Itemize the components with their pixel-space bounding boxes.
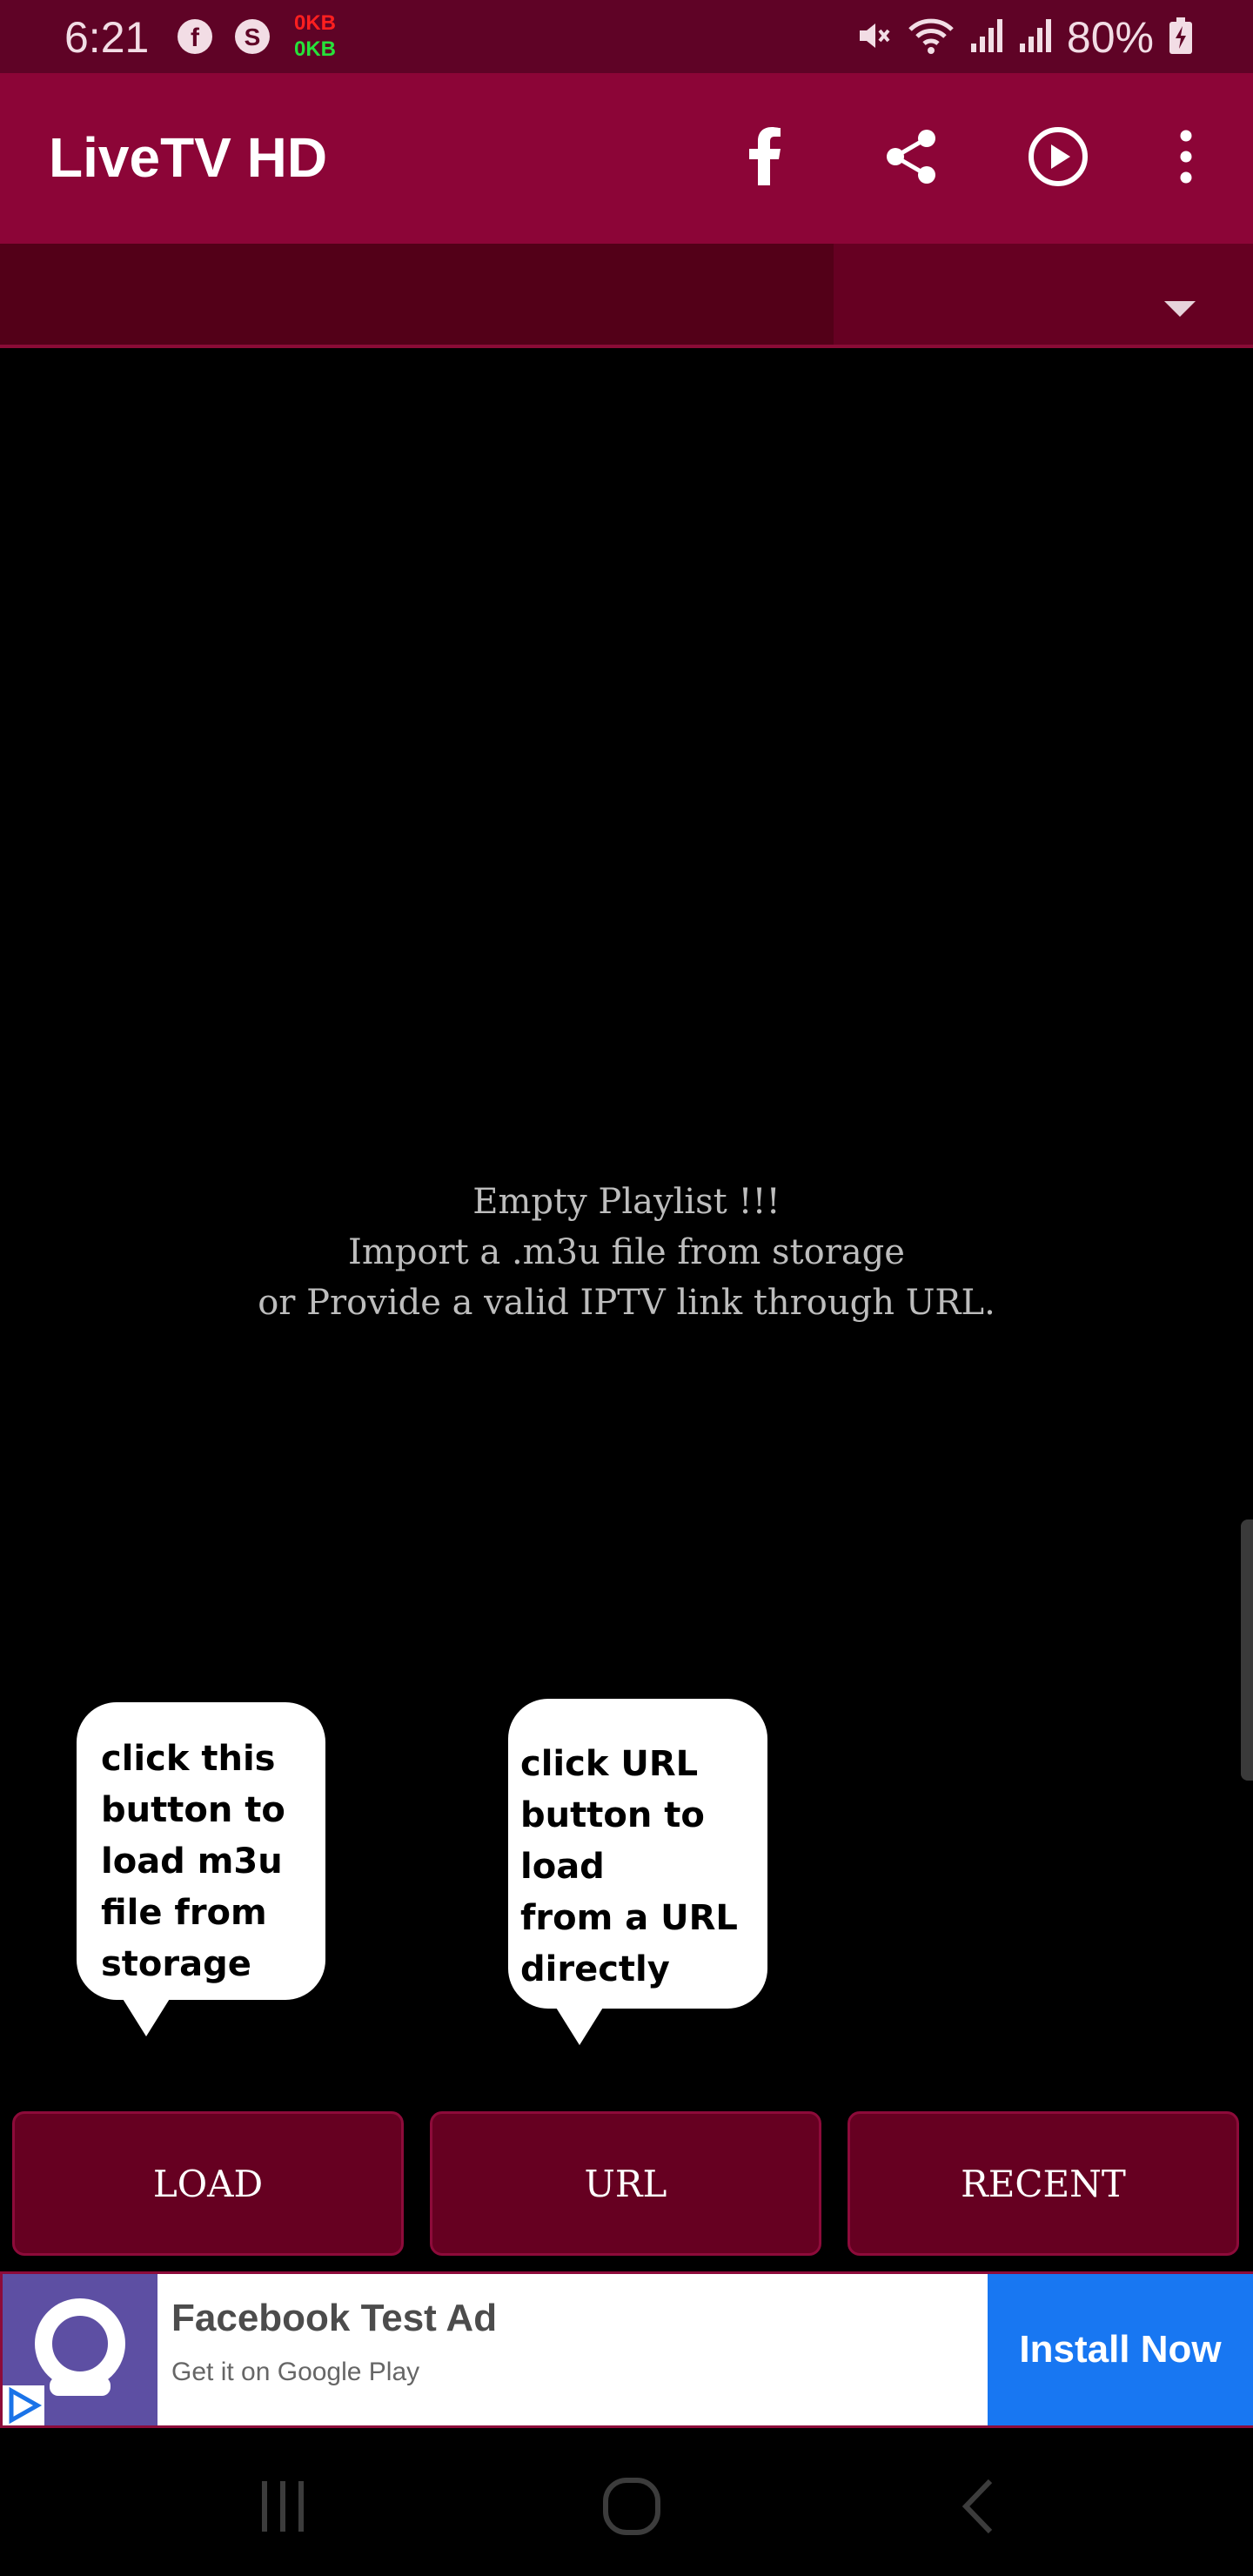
share-icon[interactable] — [873, 117, 951, 196]
status-time: 6:21 — [64, 13, 150, 62]
app-bar: LiveTV HD — [0, 73, 1253, 244]
chevron-down-icon[interactable] — [1164, 301, 1196, 317]
svg-text:S: S — [245, 23, 261, 50]
app-title: LiveTV HD — [49, 126, 328, 189]
divider — [0, 345, 1253, 348]
status-right-icons: 80% — [853, 12, 1194, 63]
ad-banner[interactable]: Facebook Test Ad Get it on Google Play I… — [0, 2271, 1253, 2428]
status-bar: 6:21 f S 0KB 0KB 80% — [0, 0, 1253, 73]
recent-apps-icon[interactable] — [244, 2472, 322, 2541]
url-tip-tail — [553, 2003, 606, 2045]
download-speed: 0KB — [294, 37, 337, 61]
empty-line-3: or Provide a valid IPTV link through URL… — [258, 1283, 995, 1323]
adchoices-icon[interactable] — [3, 2385, 44, 2425]
recent-button[interactable]: RECENT — [848, 2111, 1239, 2256]
url-button[interactable]: URL — [430, 2111, 821, 2256]
category-bar — [0, 244, 1253, 348]
home-icon[interactable] — [593, 2472, 671, 2541]
back-icon[interactable] — [940, 2472, 1018, 2541]
signal-icon — [969, 16, 1004, 60]
category-tab[interactable] — [0, 244, 834, 345]
ad-subtitle: Get it on Google Play — [171, 2358, 420, 2386]
signal-icon — [1018, 16, 1053, 60]
more-vert-icon[interactable] — [1147, 117, 1225, 196]
play-circle-icon[interactable] — [1019, 117, 1097, 196]
battery-charging-icon — [1168, 16, 1194, 60]
upload-speed: 0KB — [294, 11, 337, 35]
empty-line-2: Import a .m3u file from storage — [348, 1232, 905, 1272]
wifi-icon — [907, 16, 955, 60]
load-button[interactable]: LOAD — [12, 2111, 404, 2256]
mute-icon — [853, 16, 893, 60]
url-tip-bubble: click URL button to load from a URL dire… — [508, 1699, 767, 2009]
facebook-icon: f — [176, 17, 214, 56]
facebook-icon[interactable] — [726, 117, 804, 196]
battery-level: 80% — [1066, 13, 1154, 62]
empty-line-1: Empty Playlist !!! — [472, 1182, 781, 1222]
empty-playlist-message: Empty Playlist !!! Import a .m3u file fr… — [0, 1177, 1253, 1328]
skype-icon: S — [233, 17, 271, 56]
ad-title: Facebook Test Ad — [171, 2297, 498, 2339]
svg-text:f: f — [191, 23, 200, 52]
load-tip-bubble: click this button to load m3u file from … — [77, 1702, 325, 2000]
scrollbar[interactable] — [1241, 1519, 1253, 1781]
load-tip-tail — [120, 1995, 172, 2036]
install-now-button[interactable]: Install Now — [988, 2274, 1253, 2425]
